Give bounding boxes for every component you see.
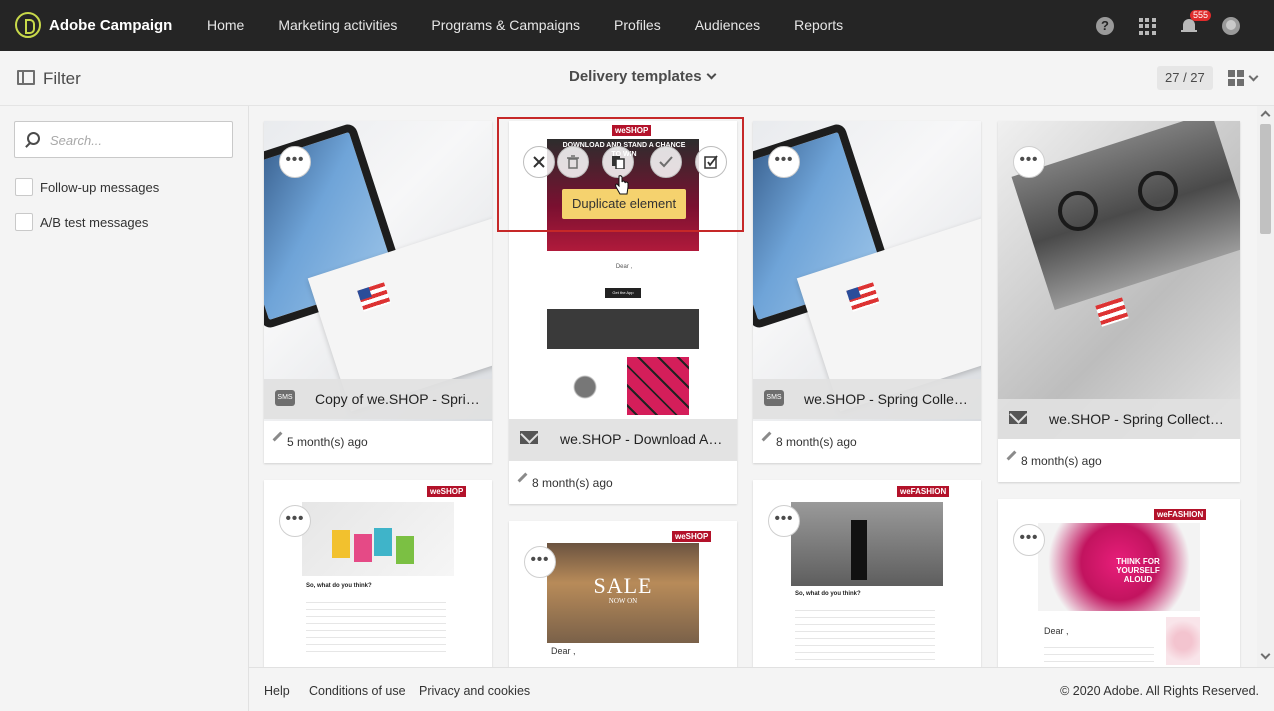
nav-profiles[interactable]: Profiles [597,0,678,51]
template-card[interactable]: weSHOP SALE NOW ON Dear , ••• [509,521,737,667]
subheader: Filter Delivery templates 27 / 27 [0,51,1274,106]
card-footer: 8 month(s) ago [509,462,737,504]
select-icon [704,155,718,169]
notifications-button[interactable]: 555 [1168,10,1212,39]
card-title[interactable]: Copy of we.SHOP - Spring ... [315,391,485,407]
modified-date: 5 month(s) ago [287,435,368,449]
template-card[interactable]: ••• SMS we.SHOP - Spring Collectio... 8 … [753,121,981,463]
more-actions-button[interactable]: ••• [1013,146,1045,178]
copyright-text: © 2020 Adobe. All Rights Reserved. [1060,684,1259,698]
card-footer: 5 month(s) ago [264,421,492,463]
search-box[interactable] [14,121,233,158]
sms-icon: SMS [764,390,784,406]
footer-conditions-link[interactable]: Conditions of use [309,684,406,698]
more-actions-button[interactable]: ••• [768,505,800,537]
pencil-icon [761,431,772,442]
notification-badge: 555 [1190,10,1212,21]
more-actions-button[interactable]: ••• [279,505,311,537]
adobe-campaign-logo-icon[interactable] [15,12,41,38]
main-nav: Home Marketing activities Programs & Cam… [190,0,860,51]
app-title[interactable]: Adobe Campaign [49,17,172,34]
modified-date: 8 month(s) ago [776,435,857,449]
checkbox-label: Follow-up messages [40,179,160,195]
template-card[interactable]: weFASHION THINK FOR YOURSELF ALOUD Dear … [998,499,1240,667]
filter-sidebar: Follow-up messages A/B test messages [0,106,249,711]
card-title[interactable]: we.SHOP - Spring Collectio... [804,391,974,407]
nav-home[interactable]: Home [190,0,261,51]
more-actions-button[interactable]: ••• [768,146,800,178]
footer-privacy-link[interactable]: Privacy and cookies [419,684,530,698]
page-footer: Help Conditions of use Privacy and cooki… [249,667,1274,711]
template-card[interactable]: weFASHION So, what do you think? ••• [753,480,981,667]
validate-button[interactable] [650,146,682,178]
checkbox-label: A/B test messages [40,214,149,230]
grid-view-icon [1228,70,1244,86]
checkbox[interactable] [15,213,33,231]
user-menu-button[interactable] [1210,13,1252,39]
pencil-icon [517,472,528,483]
nav-programs-campaigns[interactable]: Programs & Campaigns [414,0,597,51]
checkbox[interactable] [15,178,33,196]
avatar-icon [1222,17,1240,35]
search-input[interactable] [50,130,225,150]
card-title[interactable]: we.SHOP - Download App ... [560,431,728,447]
item-count-badge: 27 / 27 [1157,66,1213,90]
scroll-down-icon[interactable] [1260,649,1271,660]
search-icon [27,132,40,145]
chevron-down-icon [706,69,717,80]
nav-marketing-activities[interactable]: Marketing activities [261,0,414,51]
filter-follow-up-messages[interactable]: Follow-up messages [15,177,159,197]
filter-panel-icon[interactable] [17,70,35,85]
pencil-icon [272,431,283,442]
help-button[interactable]: ? [1084,13,1126,39]
apps-button[interactable] [1126,13,1168,39]
app-grid-icon [1138,17,1156,35]
card-footer: 8 month(s) ago [753,421,981,463]
hand-cursor-icon [615,175,629,195]
filter-ab-test-messages[interactable]: A/B test messages [15,212,148,232]
template-thumbnail: weSHOP SALE NOW ON Dear , [509,521,737,667]
card-title-bar: SMS Copy of we.SHOP - Spring ... [264,379,492,419]
pencil-icon [1006,450,1017,461]
top-navigation-bar: Adobe Campaign Home Marketing activities… [0,0,1274,51]
scrollbar-thumb[interactable] [1260,124,1271,234]
filter-label[interactable]: Filter [43,69,81,89]
delete-icon [567,155,579,169]
nav-audiences[interactable]: Audiences [678,0,777,51]
sms-icon: SMS [275,390,295,406]
template-grid: ••• SMS Copy of we.SHOP - Spring ... 5 m… [249,106,1257,667]
view-title: Delivery templates [569,68,702,85]
card-title-bar: we.SHOP - Spring Collection ... [998,399,1240,439]
check-icon [659,156,673,168]
card-title-bar: SMS we.SHOP - Spring Collectio... [753,379,981,419]
template-card[interactable]: ••• SMS Copy of we.SHOP - Spring ... 5 m… [264,121,492,463]
mail-icon [520,431,538,444]
card-title[interactable]: we.SHOP - Spring Collection ... [1049,411,1224,427]
duplicate-icon [612,156,625,169]
duplicate-button[interactable] [602,146,634,178]
view-mode-toggle[interactable] [1228,70,1259,86]
more-actions-button[interactable]: ••• [1013,524,1045,556]
select-button[interactable] [695,146,727,178]
help-icon: ? [1096,17,1114,35]
modified-date: 8 month(s) ago [532,476,613,490]
card-title-bar: we.SHOP - Download App ... [509,419,737,461]
more-actions-button[interactable]: ••• [279,146,311,178]
template-card[interactable]: ••• we.SHOP - Spring Collection ... 8 mo… [998,121,1240,482]
more-actions-button[interactable]: ••• [524,546,556,578]
modified-date: 8 month(s) ago [1021,454,1102,468]
card-footer: 8 month(s) ago [998,440,1240,482]
mail-icon [1009,411,1027,424]
delete-button[interactable] [557,146,589,178]
chevron-down-icon [1248,71,1259,82]
scroll-up-icon[interactable] [1260,110,1271,121]
template-card[interactable]: weSHOP So, what do you think? ••• [264,480,492,667]
view-selector[interactable]: Delivery templates [569,68,717,85]
nav-reports[interactable]: Reports [777,0,860,51]
close-icon [533,156,545,168]
footer-help-link[interactable]: Help [264,684,290,698]
vertical-scrollbar[interactable] [1257,106,1274,667]
close-button[interactable] [523,146,555,178]
